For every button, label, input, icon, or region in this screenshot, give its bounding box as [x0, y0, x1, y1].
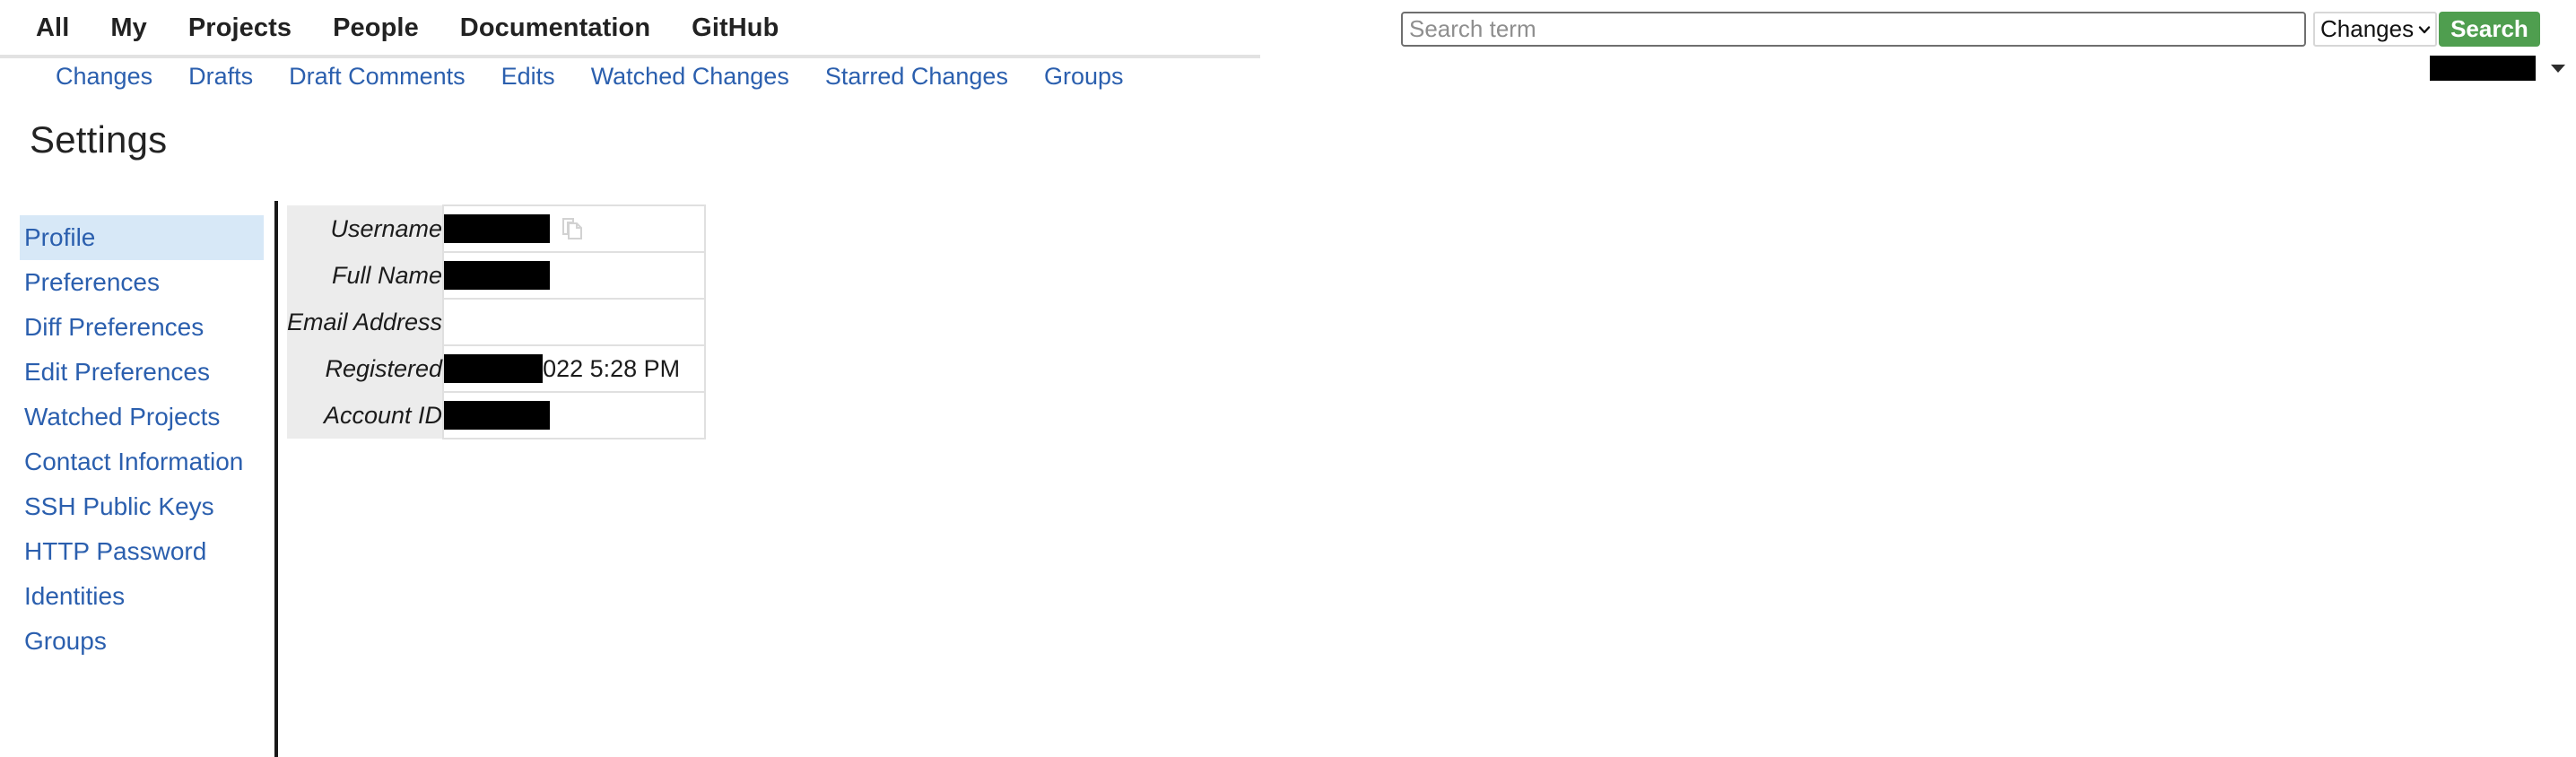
chevron-down-icon — [2551, 65, 2565, 73]
profile-value-account-id — [442, 391, 707, 439]
table-row: Email Address — [287, 298, 707, 346]
sidebar-item-watched-projects[interactable]: Watched Projects — [20, 395, 264, 439]
registered-value: 022 5:28 PM — [543, 354, 681, 382]
main-nav-item-people[interactable]: People — [333, 13, 419, 43]
sub-nav-item-edits[interactable]: Edits — [501, 63, 555, 91]
settings-sidebar: Profile Preferences Diff Preferences Edi… — [20, 215, 264, 664]
nav-divider — [0, 55, 1260, 58]
sub-nav-item-changes[interactable]: Changes — [56, 63, 152, 91]
sub-nav-item-watched-changes[interactable]: Watched Changes — [591, 63, 789, 91]
main-nav-item-projects[interactable]: Projects — [188, 13, 292, 43]
sub-navigation: Changes Drafts Draft Comments Edits Watc… — [0, 59, 1124, 93]
main-navigation: All My Projects People Documentation Git… — [0, 0, 779, 56]
sidebar-item-groups[interactable]: Groups — [20, 619, 264, 664]
registered-redacted-value — [444, 354, 544, 383]
sidebar-item-preferences[interactable]: Preferences — [20, 260, 264, 305]
sidebar-item-ssh-public-keys[interactable]: SSH Public Keys — [20, 484, 264, 529]
page-header: All My Projects People Documentation Git… — [0, 0, 2576, 93]
sidebar-item-identities[interactable]: Identities — [20, 574, 264, 619]
table-row: Registered 022 5:28 PM — [287, 344, 707, 393]
profile-value-username — [442, 204, 707, 253]
table-row: Account ID — [287, 391, 707, 439]
sidebar-item-diff-preferences[interactable]: Diff Preferences — [20, 305, 264, 350]
sidebar-item-contact-information[interactable]: Contact Information — [20, 439, 264, 484]
profile-table: Username Full Name Email Address Registe… — [287, 204, 707, 439]
sub-nav-item-groups[interactable]: Groups — [1044, 63, 1124, 91]
profile-value-registered: 022 5:28 PM — [442, 344, 707, 393]
profile-label-registered: Registered — [287, 345, 444, 392]
search-scope-select[interactable]: Changes — [2313, 12, 2438, 47]
chevron-down-icon — [2418, 25, 2431, 33]
profile-label-full-name: Full Name — [287, 252, 444, 299]
search-bar: Changes Search — [1401, 12, 2540, 47]
sidebar-item-http-password[interactable]: HTTP Password — [20, 529, 264, 574]
profile-label-username: Username — [287, 205, 444, 252]
search-button[interactable]: Search — [2439, 12, 2540, 47]
username-redacted-value — [444, 214, 551, 243]
search-scope-value: Changes — [2320, 15, 2415, 42]
search-input[interactable] — [1401, 12, 2306, 47]
main-nav-item-documentation[interactable]: Documentation — [460, 13, 650, 43]
sidebar-item-profile[interactable]: Profile — [20, 215, 264, 260]
profile-label-email-address: Email Address — [287, 299, 444, 345]
main-nav-item-all[interactable]: All — [36, 13, 69, 43]
table-row: Username — [287, 204, 707, 253]
full-name-redacted-value — [444, 261, 551, 290]
main-nav-item-my[interactable]: My — [110, 13, 147, 43]
profile-value-email-address — [442, 298, 707, 346]
sub-nav-item-draft-comments[interactable]: Draft Comments — [289, 63, 466, 91]
sidebar-item-edit-preferences[interactable]: Edit Preferences — [20, 350, 264, 395]
main-nav-item-github[interactable]: GitHub — [692, 13, 779, 43]
table-row: Full Name — [287, 251, 707, 300]
page-title: Settings — [30, 118, 168, 161]
account-name — [2430, 56, 2536, 81]
account-menu[interactable] — [2430, 56, 2566, 81]
sub-nav-item-starred-changes[interactable]: Starred Changes — [825, 63, 1008, 91]
content-divider — [274, 201, 278, 757]
account-id-redacted-value — [444, 401, 551, 430]
copy-icon[interactable] — [561, 217, 584, 240]
profile-value-full-name — [442, 251, 707, 300]
profile-label-account-id: Account ID — [287, 392, 444, 439]
sub-nav-item-drafts[interactable]: Drafts — [188, 63, 253, 91]
